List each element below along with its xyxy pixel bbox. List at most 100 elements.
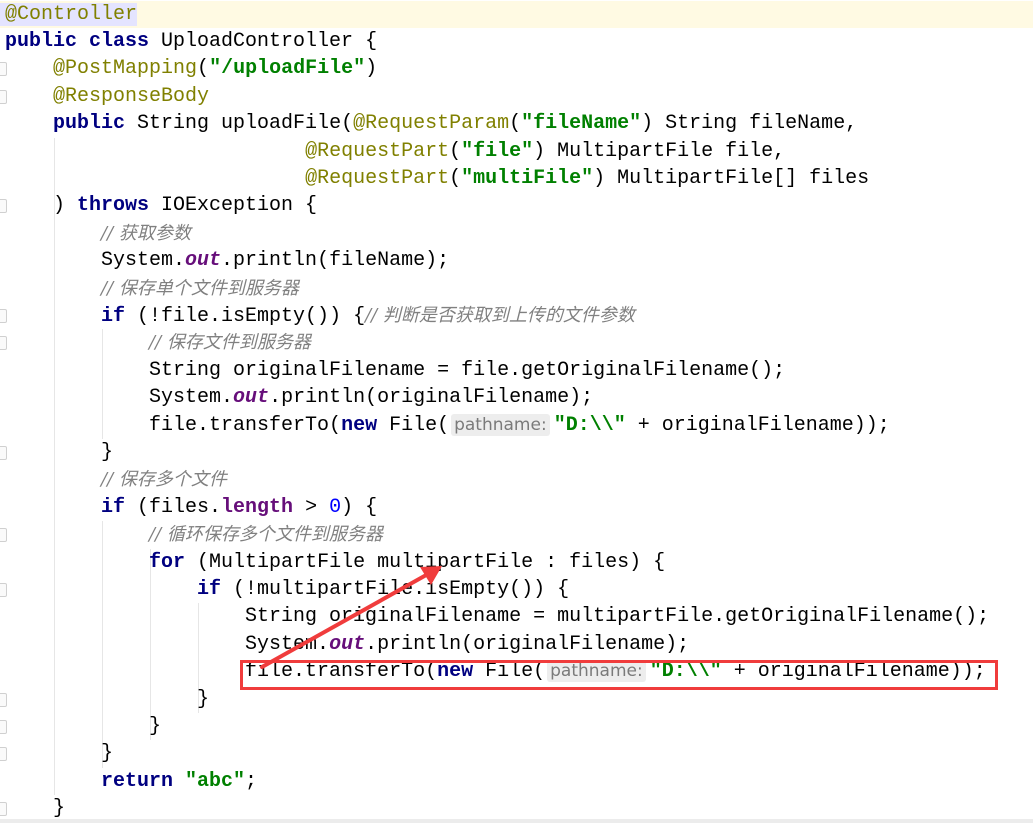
- code-line[interactable]: System.out.println(originalFilename);: [5, 631, 689, 658]
- keyword-token: if: [101, 495, 138, 519]
- code-line[interactable]: file.transferTo(new File(pathname: "D:\\"…: [5, 412, 890, 439]
- code-editor[interactable]: @Controller public class UploadController…: [0, 0, 1033, 823]
- code-line[interactable]: @PostMapping("/uploadFile"): [5, 55, 377, 82]
- code-token: String uploadFile(: [137, 112, 354, 136]
- code-token: System.: [5, 249, 186, 273]
- code-line[interactable]: String originalFilename = multipartFile.…: [5, 603, 989, 630]
- code-token: ) String fileName,: [641, 112, 858, 136]
- horizontal-scrollbar-track[interactable]: [0, 819, 1033, 823]
- code-token: (MultipartFile multipartFile : files) {: [197, 550, 666, 574]
- code-line[interactable]: @ResponseBody: [5, 83, 209, 110]
- code-token: ) MultipartFile[] files: [593, 166, 870, 190]
- code-line[interactable]: @RequestPart("file") MultipartFile file,: [5, 138, 785, 165]
- code-line[interactable]: return "abc";: [5, 768, 257, 795]
- keyword-token: if: [197, 577, 234, 601]
- annotation-token: @ResponseBody: [53, 84, 210, 108]
- code-line[interactable]: }: [5, 686, 209, 713]
- keyword-token: throws: [77, 194, 162, 218]
- code-token: (: [449, 166, 462, 190]
- code-token: }: [5, 687, 210, 711]
- comment-token: // 保存文件到服务器: [149, 332, 311, 354]
- string-token: "D:\\": [553, 413, 626, 437]
- code-line[interactable]: if (files.length > 0) {: [5, 494, 377, 521]
- parameter-hint: pathname:: [451, 413, 550, 436]
- highlight-box: [240, 660, 998, 690]
- code-line[interactable]: // 获取参数: [5, 220, 191, 247]
- code-token: ): [5, 194, 78, 218]
- code-line[interactable]: public String uploadFile(@RequestParam("…: [5, 110, 857, 137]
- code-token: ) MultipartFile file,: [533, 139, 786, 163]
- code-line[interactable]: // 保存文件到服务器: [5, 329, 311, 356]
- code-line[interactable]: System.out.println(fileName);: [5, 247, 449, 274]
- annotation-token: @PostMapping: [53, 57, 198, 81]
- field-token: out: [185, 249, 222, 273]
- code-token: (files.: [137, 495, 222, 519]
- annotation-token: @RequestPart: [305, 166, 450, 190]
- code-token: }: [5, 742, 114, 766]
- string-token: "file": [461, 139, 534, 163]
- string-token: "fileName": [521, 112, 642, 136]
- code-token: String originalFilename = file.getOrigin…: [5, 358, 786, 382]
- code-line[interactable]: if (!multipartFile.isEmpty()) {: [5, 576, 569, 603]
- keyword-token: for: [149, 550, 198, 574]
- code-token: .println(fileName);: [221, 249, 450, 273]
- code-token: (: [449, 139, 462, 163]
- field-token: out: [233, 386, 270, 410]
- annotation-token: @Controller: [0, 2, 138, 26]
- string-token: "abc": [185, 769, 246, 793]
- code-line[interactable]: // 保存多个文件: [5, 466, 227, 493]
- code-token: UploadController {: [161, 29, 378, 53]
- code-token: .println(originalFilename);: [365, 632, 690, 656]
- code-token: }: [5, 714, 162, 738]
- code-line[interactable]: ) throws IOException {: [5, 192, 317, 219]
- field-token: length: [221, 495, 294, 519]
- code-token: (!multipartFile.isEmpty()) {: [233, 577, 570, 601]
- code-line[interactable]: // 保存单个文件到服务器: [5, 275, 299, 302]
- code-line[interactable]: // 循环保存多个文件到服务器: [5, 521, 383, 548]
- code-token: (: [197, 57, 210, 81]
- code-token: ;: [245, 769, 258, 793]
- keyword-token: if: [101, 304, 138, 328]
- code-token: System.: [5, 386, 234, 410]
- code-token: String originalFilename = multipartFile.…: [5, 605, 990, 629]
- comment-token: // 保存单个文件到服务器: [101, 277, 299, 299]
- code-line[interactable]: for (MultipartFile multipartFile : files…: [5, 549, 665, 576]
- number-token: 0: [329, 495, 342, 519]
- code-line[interactable]: @RequestPart("multiFile") MultipartFile[…: [5, 165, 869, 192]
- code-line[interactable]: String originalFilename = file.getOrigin…: [5, 357, 785, 384]
- keyword-token: public: [53, 112, 138, 136]
- string-token: "/uploadFile": [209, 57, 366, 81]
- code-token: file.transferTo(: [5, 413, 342, 437]
- comment-token: // 判断是否获取到上传的文件参数: [365, 304, 635, 326]
- code-token: (!file.isEmpty()) {: [137, 304, 366, 328]
- keyword-token: return: [101, 769, 186, 793]
- code-line[interactable]: System.out.println(originalFilename);: [5, 384, 593, 411]
- code-line[interactable]: }: [5, 439, 113, 466]
- code-token: ): [365, 57, 378, 81]
- code-token: }: [5, 440, 114, 464]
- code-line[interactable]: }: [5, 740, 113, 767]
- code-line[interactable]: public class UploadController {: [5, 28, 377, 55]
- string-token: "multiFile": [461, 166, 594, 190]
- code-token: (: [509, 112, 522, 136]
- code-token: }: [5, 797, 66, 821]
- code-line[interactable]: }: [5, 713, 161, 740]
- code-token: System.: [5, 632, 330, 656]
- comment-token: // 循环保存多个文件到服务器: [149, 524, 383, 546]
- code-token: >: [293, 495, 330, 519]
- code-line[interactable]: @Controller: [0, 0, 1033, 28]
- code-token: ) {: [341, 495, 378, 519]
- code-token: File(: [389, 413, 450, 437]
- code-line[interactable]: if (!file.isEmpty()) {// 判断是否获取到上传的文件参数: [5, 302, 635, 329]
